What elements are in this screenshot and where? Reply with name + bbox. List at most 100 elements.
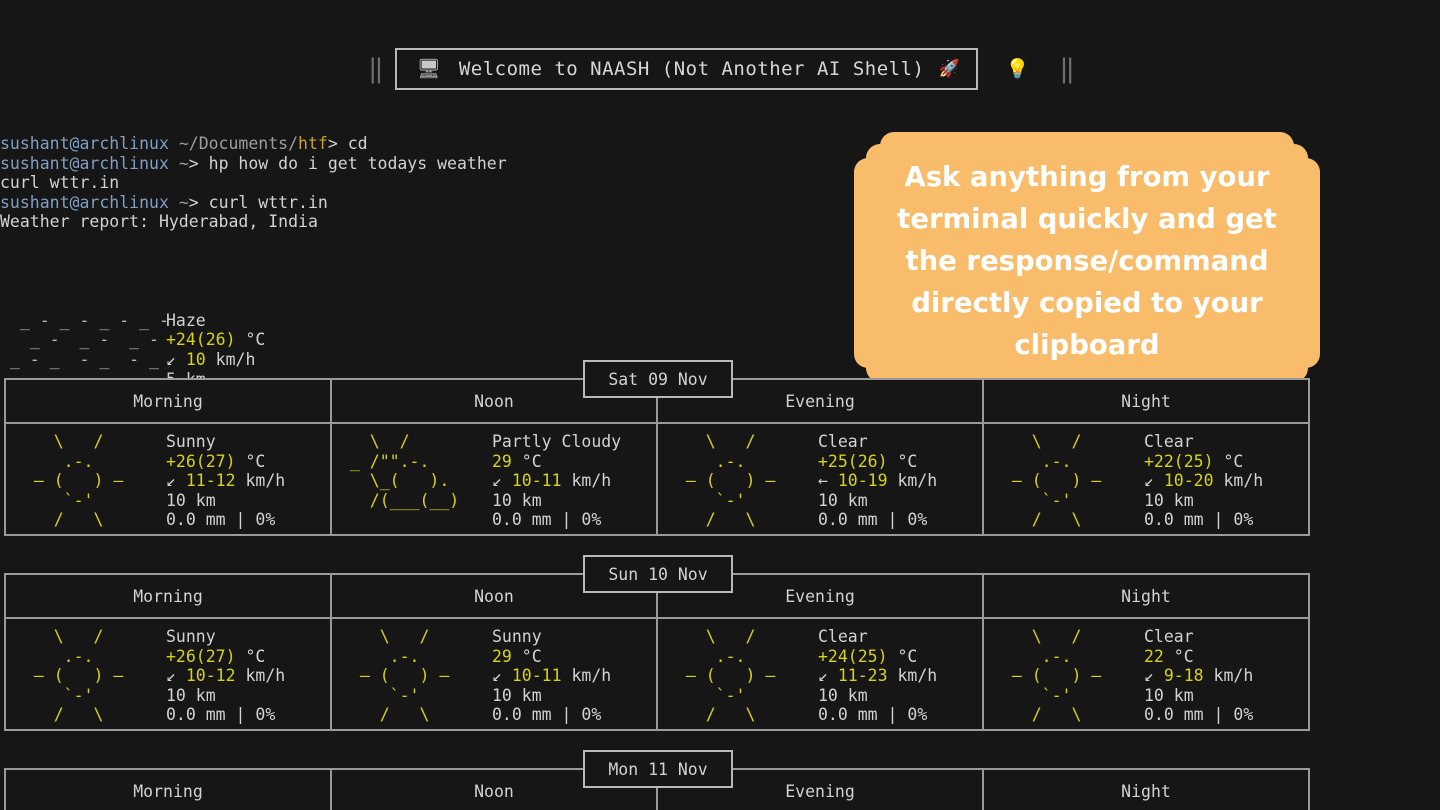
sun-icon: \ / .-. ― ( ) ― `-' / \ [685, 627, 776, 725]
wind-direction-icon: ↙ [1144, 471, 1164, 491]
forecast-cell-data: Sunny 29 °C ↙ 10-11 km/h 10 km 0.0 mm | … [492, 627, 611, 725]
forecast-temperature-unit: °C [235, 646, 266, 666]
forecast-condition: Clear [1144, 432, 1194, 451]
wind-direction-icon: ↙ [166, 349, 176, 369]
forecast-column-header: Night [1121, 781, 1171, 801]
terminal-output: sushant@archlinux ~/Documents/htf> cd sus… [0, 134, 507, 232]
terminal-line-text: curl wttr.in [0, 173, 120, 193]
prompt-path: ~/Documents/ [168, 134, 299, 153]
forecast-temperature: +26(27) [166, 646, 236, 666]
forecast-condition: Sunny [166, 432, 216, 451]
prompt-user: sushant@archlinux [0, 134, 169, 153]
forecast-precipitation: 0.0 mm | 0% [166, 705, 276, 725]
prompt-user: sushant@archlinux [0, 153, 169, 173]
banner-right-separator: ‖ [1059, 54, 1075, 84]
forecast-visibility: 10 km [166, 685, 216, 705]
forecast-temperature: +24(25) [818, 646, 888, 666]
current-wind-unit: km/h [205, 349, 256, 369]
forecast-wind-unit: km/h [887, 666, 938, 686]
terminal-line-text: > curl wttr.in [188, 192, 328, 212]
forecast-body-row: \ / .-. ― ( ) ― `-' / \ Sunny +26(27) °C… [6, 617, 1308, 729]
forecast-wind-unit: km/h [235, 471, 286, 491]
sun-icon: \ / .-. ― ( ) ― `-' / \ [1011, 432, 1102, 530]
terminal-line-text: Weather report: Hyderabad, India [0, 212, 318, 232]
partly-cloudy-icon: \ / _ /"".-. \_( ). /(___(__) [349, 432, 460, 510]
terminal-line-text: > cd [327, 134, 368, 153]
forecast-visibility: 10 km [492, 685, 542, 705]
banner-box: 🖥 Welcome to NAASH (Not Another AI Shell… [394, 48, 978, 90]
forecast-date-tab: Sun 10 Nov [583, 555, 733, 593]
forecast-body-row: \ / .-. ― ( ) ― `-' / \ Sunny +26(27) °C… [6, 422, 1308, 534]
forecast-date-tab: Sat 09 Nov [583, 360, 733, 398]
forecast-temperature: 29 [492, 646, 512, 666]
forecast-table: Morning Noon Evening Night \ / .-. ― ( ) ― … [4, 573, 1310, 731]
forecast-wind-speed: 9-18 [1163, 666, 1204, 686]
forecast-temperature-unit: °C [887, 451, 918, 471]
forecast-cell: \ / .-. ― ( ) ― `-' / \ Clear 22 °C ↙ 9-… [984, 619, 1308, 729]
forecast-visibility: 10 km [492, 490, 542, 510]
terminal-screenshot: ‖ 🖥 Welcome to NAASH (Not Another AI She… [0, 0, 1440, 810]
forecast-date-tab: Mon 11 Nov [583, 750, 733, 788]
rocket-icon: 🚀 [938, 58, 960, 79]
forecast-temperature-unit: °C [511, 451, 542, 471]
sun-icon: \ / .-. ― ( ) ― `-' / \ [685, 432, 776, 530]
forecast-condition: Partly Cloudy [492, 432, 622, 451]
sun-icon: \ / .-. ― ( ) ― `-' / \ [359, 627, 450, 725]
forecast-precipitation: 0.0 mm | 0% [818, 510, 928, 530]
forecast-wind-speed: 11-12 [185, 471, 236, 491]
terminal-line-text: > hp how do i get todays weather [188, 153, 507, 173]
forecast-cell-data: Clear +25(26) °C ← 10-19 km/h 10 km 0.0 … [818, 432, 937, 530]
forecast-precipitation: 0.0 mm | 0% [1144, 510, 1254, 530]
prompt-dir: htf [298, 134, 328, 153]
forecast-temperature-unit: °C [1213, 451, 1244, 471]
current-temperature-unit: °C [235, 330, 266, 350]
current-wind [176, 350, 186, 369]
wind-direction-icon: ↙ [492, 666, 512, 686]
forecast-wind-speed: 10-11 [511, 666, 562, 686]
forecast-condition: Sunny [492, 627, 542, 646]
wind-direction-icon: ↙ [1144, 666, 1164, 686]
terminal-line: Weather report: Hyderabad, India [0, 212, 507, 232]
lightbulb-icon: 💡 [1005, 57, 1030, 80]
forecast-cell-data: Sunny +26(27) °C ↙ 11-12 km/h 10 km 0.0 … [166, 432, 285, 530]
forecast-wind-speed: 10-19 [837, 471, 888, 491]
forecast-cell-data: Clear 22 °C ↙ 9-18 km/h 10 km 0.0 mm | 0… [1144, 627, 1253, 725]
forecast-temperature: +22(25) [1144, 451, 1214, 471]
forecast-visibility: 10 km [818, 685, 868, 705]
terminal-line: sushant@archlinux ~> curl wttr.in [0, 193, 507, 213]
feature-callout: Ask anything from your terminal quickly … [854, 132, 1320, 394]
current-wind-speed: 10 [185, 349, 206, 369]
wind-direction-icon: ↙ [818, 666, 838, 686]
sun-icon: \ / .-. ― ( ) ― `-' / \ [33, 432, 124, 530]
prompt-path: ~ [168, 192, 189, 212]
welcome-banner: ‖ 🖥 Welcome to NAASH (Not Another AI She… [0, 42, 1440, 96]
wind-direction-icon: ← [818, 471, 838, 491]
terminal-line: curl wttr.in [0, 173, 507, 193]
forecast-cell: \ / .-. ― ( ) ― `-' / \ Clear +24(25) °C… [658, 619, 984, 729]
forecast-wind-speed: 10-11 [511, 471, 562, 491]
forecast-cell: \ / .-. ― ( ) ― `-' / \ Clear +22(25) °C… [984, 424, 1308, 534]
forecast-wind-speed: 10-20 [1163, 471, 1214, 491]
wind-direction-icon: ↙ [492, 471, 512, 491]
forecast-condition: Clear [818, 627, 868, 646]
forecast-cell: \ / _ /"".-. \_( ). /(___(__) Partly Clo… [332, 424, 658, 534]
forecast-temperature-unit: °C [887, 646, 918, 666]
terminal-line: sushant@archlinux ~> hp how do i get tod… [0, 154, 507, 174]
forecast-cell: \ / .-. ― ( ) ― `-' / \ Sunny 29 °C ↙ 10… [332, 619, 658, 729]
forecast-temperature: +25(26) [818, 451, 888, 471]
forecast-condition: Clear [818, 432, 868, 451]
forecast-visibility: 10 km [1144, 685, 1194, 705]
forecast-cell-data: Clear +24(25) °C ↙ 11-23 km/h 10 km 0.0 … [818, 627, 937, 725]
current-condition: Haze [166, 310, 206, 330]
current-temperature: +24(26) [166, 330, 236, 350]
haze-ascii-art: _ - _ - _ - _ - _ - _ - _ - _ - _ - _ - … [9, 310, 169, 369]
forecast-cell: \ / .-. ― ( ) ― `-' / \ Sunny +26(27) °C… [6, 619, 332, 729]
forecast-column-header: Night [1121, 586, 1171, 606]
forecast-visibility: 10 km [166, 490, 216, 510]
wind-direction-icon: ↙ [166, 471, 186, 491]
forecast-temperature-unit: °C [235, 451, 266, 471]
forecast-wind-unit: km/h [887, 471, 938, 491]
wind-direction-icon: ↙ [166, 666, 186, 686]
sun-icon: \ / .-. ― ( ) ― `-' / \ [1011, 627, 1102, 725]
forecast-temperature-unit: °C [1163, 646, 1194, 666]
